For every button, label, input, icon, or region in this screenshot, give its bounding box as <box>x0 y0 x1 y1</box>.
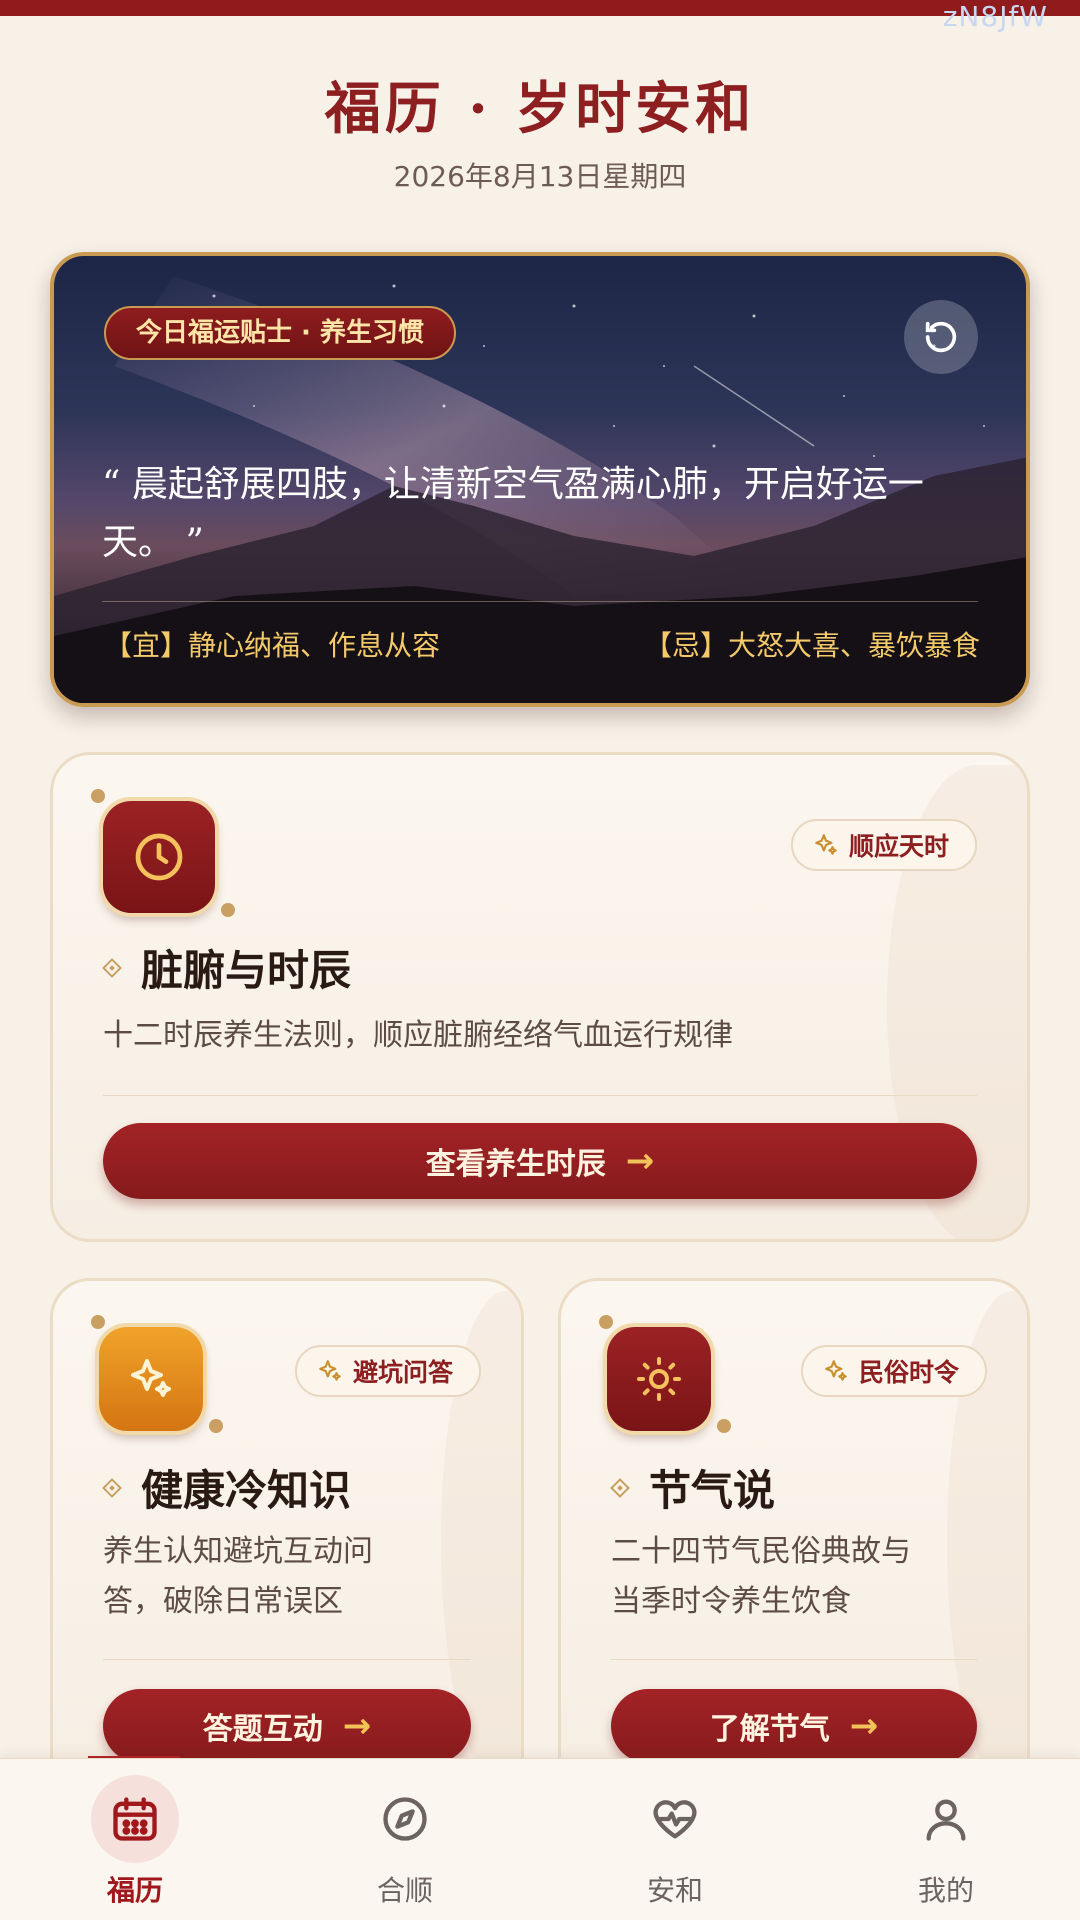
sparkle-icon <box>131 1359 171 1397</box>
zangfu-shichen-card[interactable]: 顺应天时 脏腑与时辰 十二时辰养生法则，顺应脏腑经络气血运行规律 查看养生时辰 … <box>50 752 1030 1242</box>
sun-icon <box>637 1357 681 1401</box>
calendar-icon <box>113 1797 157 1841</box>
card-title-text: 健康冷知识 <box>141 1466 352 1515</box>
card-title-text: 节气说 <box>649 1466 776 1515</box>
description-line: 二十四节气民俗典故与 <box>611 1534 911 1569</box>
decor-dot <box>209 1419 223 1433</box>
hero-divider <box>102 601 978 602</box>
nav-item-heshun[interactable]: 合顺 <box>325 1775 485 1909</box>
button-label: 答题互动 <box>202 1712 323 1747</box>
card-divider <box>611 1659 977 1660</box>
solar-terms-card[interactable]: 民俗时令 节气说 二十四节气民俗典故与 当季时令养生饮食 了解节气 → <box>558 1278 1030 1798</box>
tag-bikeng-wenda: 避坑问答 <box>294 1345 481 1397</box>
nav-item-fuli[interactable]: 福历 <box>55 1775 215 1909</box>
arrow-right-icon: → <box>849 1706 879 1746</box>
arrow-right-icon: → <box>342 1706 372 1746</box>
button-label: 了解节气 <box>709 1712 830 1747</box>
nav-label: 安和 <box>646 1874 703 1907</box>
date-display: 2026年8月13日星期四 <box>393 160 687 193</box>
learn-solar-terms-button[interactable]: 了解节气 → <box>611 1689 977 1763</box>
nav-item-anhe[interactable]: 安和 <box>595 1775 755 1909</box>
button-label: 查看养生时辰 <box>425 1147 606 1182</box>
nav-label: 福历 <box>106 1874 163 1907</box>
description-line: 养生认知避坑互动问 <box>103 1534 373 1569</box>
refresh-icon <box>925 321 957 353</box>
decor-dot <box>599 1315 613 1329</box>
sun-icon-box <box>607 1327 711 1431</box>
tag-label: 避坑问答 <box>352 1358 453 1387</box>
description-line: 答，破除日常误区 <box>103 1584 343 1619</box>
clock-icon-box <box>103 801 215 913</box>
suitable-activities: 【宜】静心纳福、作息从容 <box>104 629 441 662</box>
card-divider <box>103 1095 977 1096</box>
card-title: 节气说 <box>610 1457 776 1518</box>
clock-icon <box>135 833 183 881</box>
card-description: 二十四节气民俗典故与 当季时令养生饮食 <box>611 1527 1011 1627</box>
nav-label: 合顺 <box>376 1874 433 1907</box>
card-description: 十二时辰养生法则，顺应脏腑经络气血运行规律 <box>103 1018 733 1053</box>
tag-label: 顺应天时 <box>848 832 949 861</box>
health-trivia-card[interactable]: 避坑问答 健康冷知识 养生认知避坑互动问 答，破除日常误区 答题互动 → <box>50 1278 524 1798</box>
daily-quote: “ 晨起舒展四肢，让清新空气盈满心肺，开启好运一天。 ” <box>102 464 924 563</box>
nav-icon-wrap <box>91 1775 179 1863</box>
tag-label: 民俗时令 <box>858 1358 959 1387</box>
decor-dot <box>221 903 235 917</box>
nav-icon-wrap <box>631 1775 719 1863</box>
sparkle-tag-icon <box>319 1360 341 1381</box>
watermark: zN8JfW <box>942 0 1048 33</box>
user-icon <box>926 1799 966 1841</box>
decor-dot <box>91 789 105 803</box>
refresh-button[interactable] <box>904 300 978 374</box>
daily-tip-badge: 今日福运贴士 · 养生习惯 <box>104 306 456 360</box>
sparkle-tag-icon <box>825 1360 847 1381</box>
page-header: 福历 · 岁时安和 2026年8月13日星期四 <box>0 64 1080 195</box>
decor-dot <box>91 1315 105 1329</box>
nav-icon-wrap <box>902 1775 990 1863</box>
card-divider <box>103 1659 471 1660</box>
tag-shunying-tianshi: 顺应天时 <box>790 819 977 871</box>
arrow-right-icon: → <box>625 1141 655 1181</box>
sparkle-icon-box <box>99 1327 203 1431</box>
diamond-icon <box>102 957 122 978</box>
avoid-activities: 【忌】大怒大喜、暴饮暴食 <box>643 629 980 662</box>
diamond-icon <box>102 1477 122 1498</box>
page-title: 福历 · 岁时安和 <box>324 76 756 142</box>
card-title: 健康冷知识 <box>102 1457 352 1518</box>
nav-item-wode[interactable]: 我的 <box>866 1775 1026 1909</box>
bottom-navigation: 福历 合顺 安和 我的 <box>0 1758 1080 1920</box>
quiz-button[interactable]: 答题互动 → <box>103 1689 471 1763</box>
tag-minsu-shiling: 民俗时令 <box>800 1345 987 1397</box>
card-title-text: 脏腑与时辰 <box>141 946 352 995</box>
nav-label: 我的 <box>917 1874 974 1907</box>
diamond-icon <box>610 1477 630 1498</box>
description-line: 当季时令养生饮食 <box>611 1584 851 1619</box>
sparkle-tag-icon <box>815 834 837 855</box>
view-shichen-button[interactable]: 查看养生时辰 → <box>103 1123 977 1199</box>
daily-tip-card: 今日福运贴士 · 养生习惯 “ 晨起舒展四肢，让清新空气盈满心肺，开启好运一天。… <box>50 252 1030 707</box>
card-title: 脏腑与时辰 <box>102 937 352 998</box>
top-accent-bar <box>0 0 1080 16</box>
compass-icon <box>383 1797 427 1841</box>
nav-icon-wrap <box>361 1775 449 1863</box>
card-description: 养生认知避坑互动问 答，破除日常误区 <box>103 1527 503 1627</box>
heartbeat-icon <box>653 1800 697 1839</box>
decor-dot <box>717 1419 731 1433</box>
